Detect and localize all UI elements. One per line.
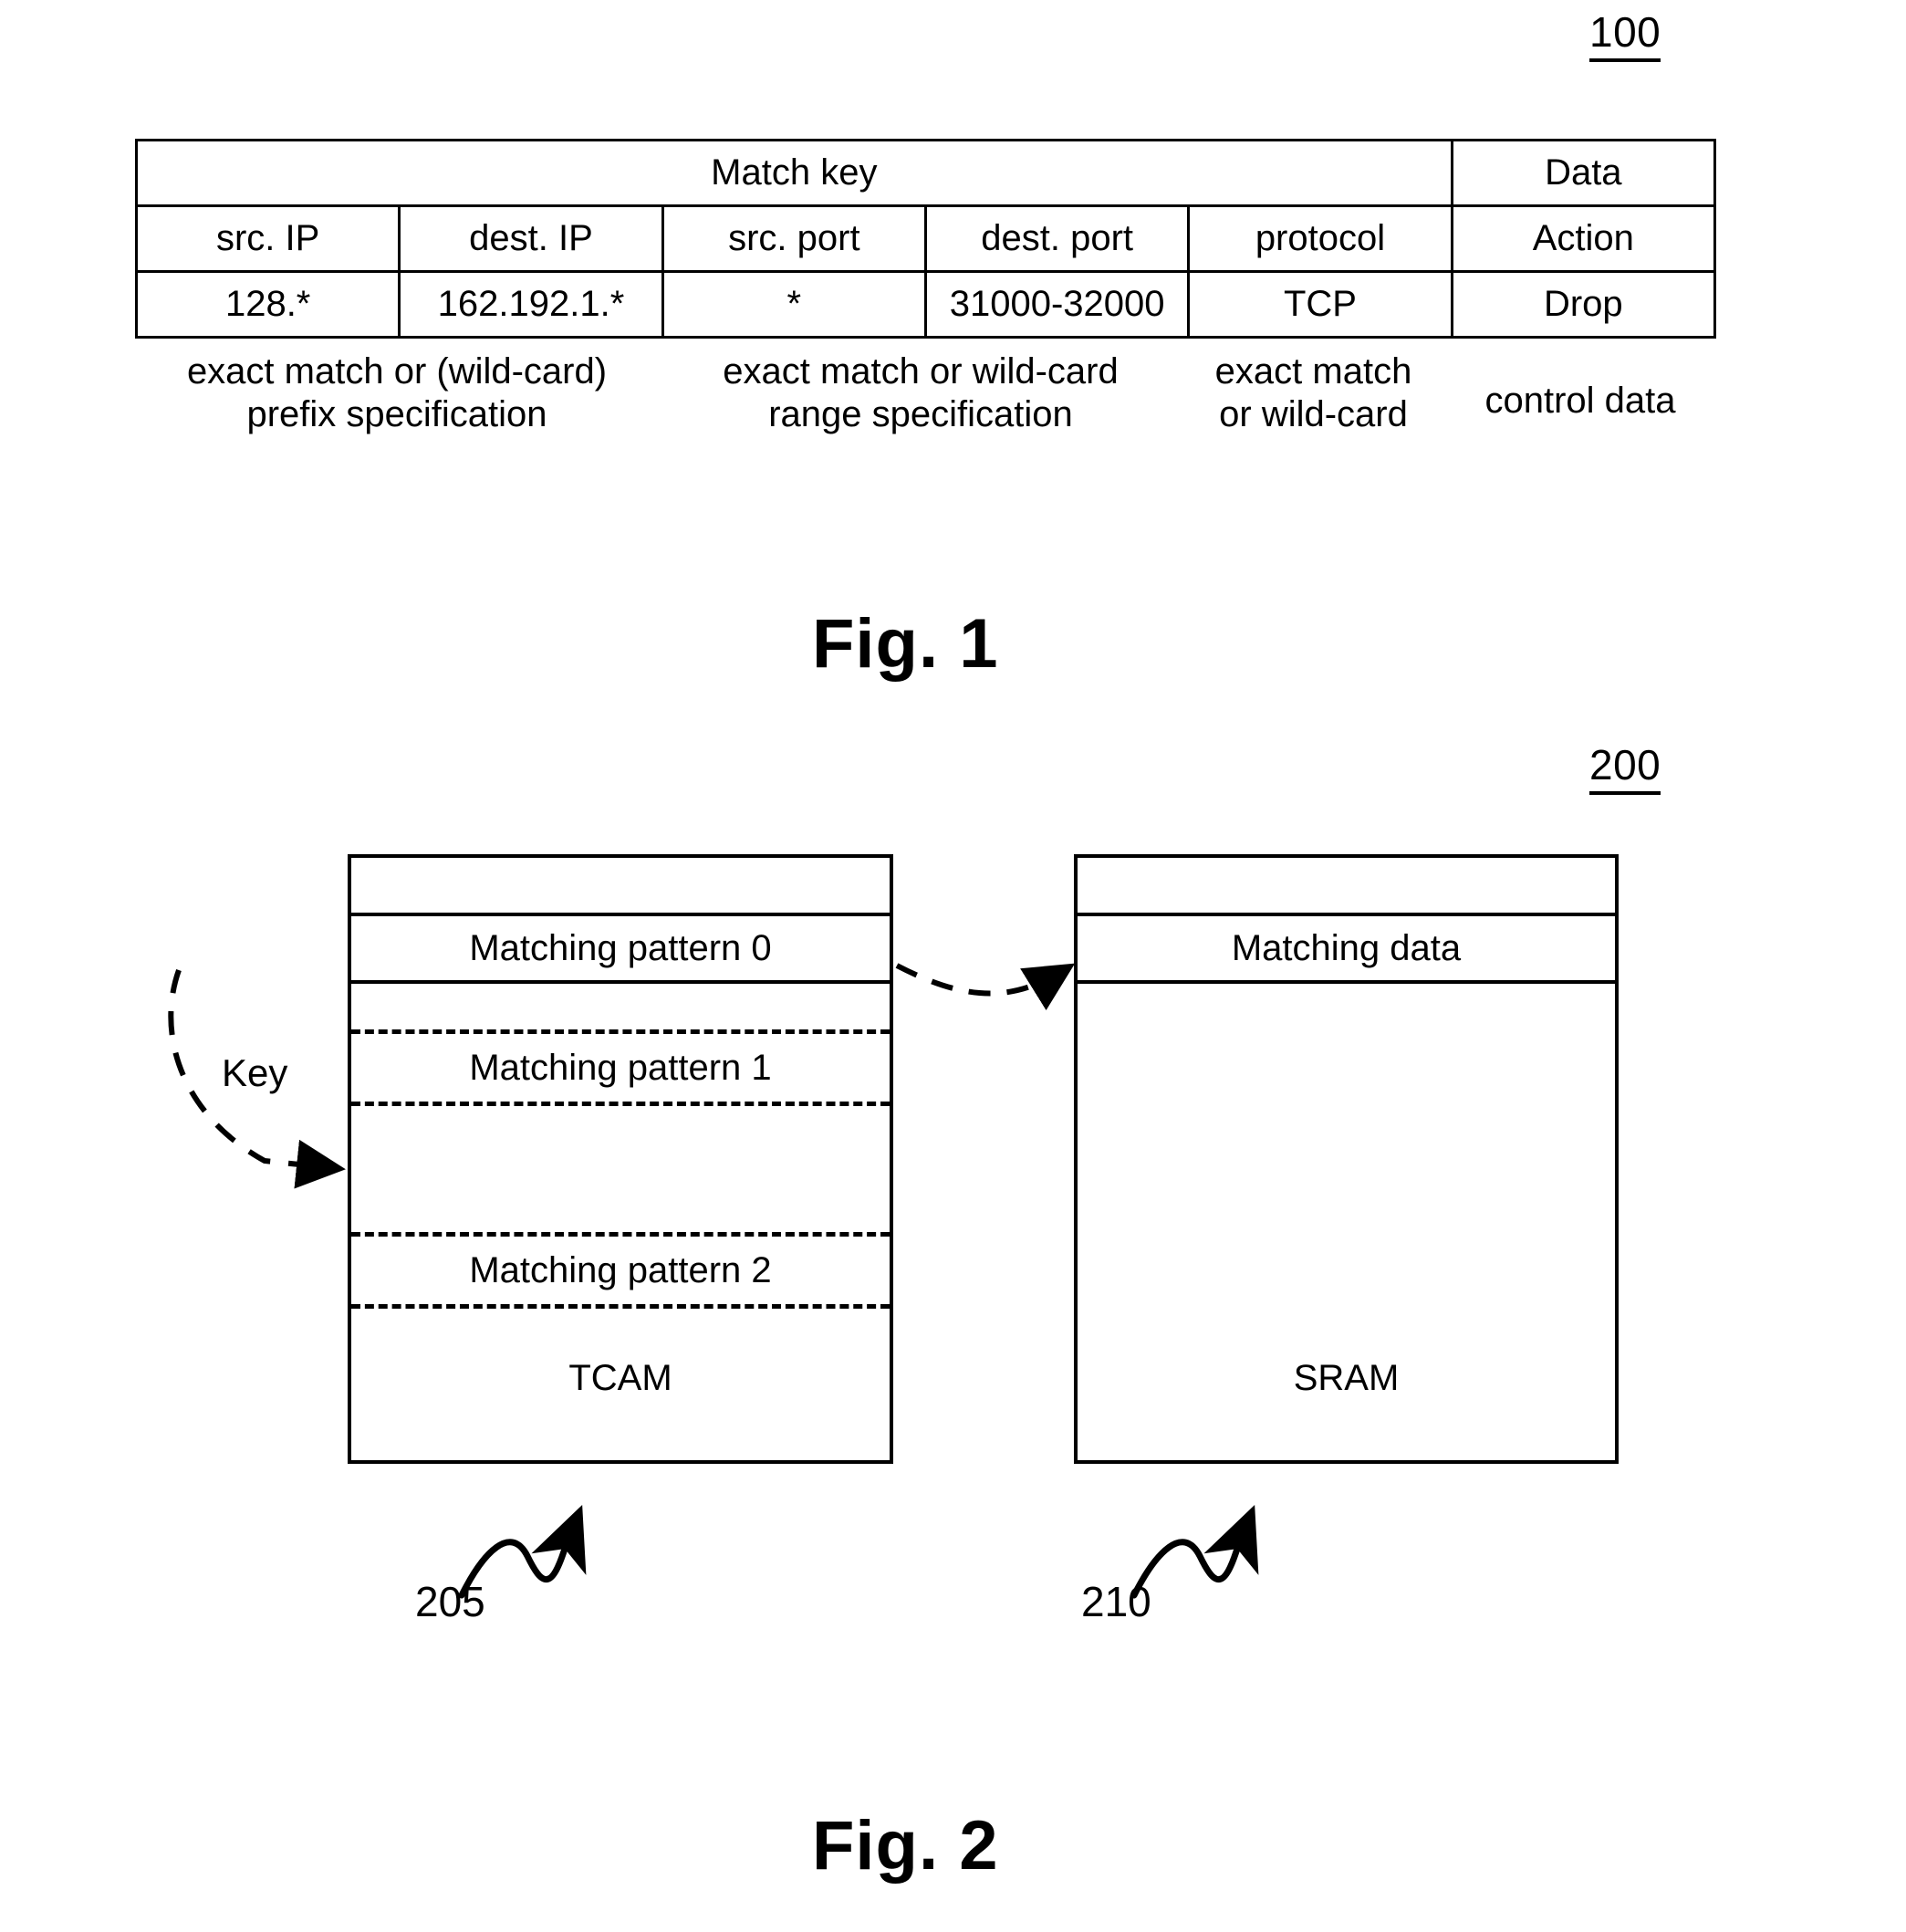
annotation-range-specification: exact match or wild-card range specifica…: [659, 345, 1182, 436]
cell-dest-port: 31000-32000: [923, 270, 1191, 339]
annotation-control-line-1: control data: [1484, 381, 1676, 421]
column-header-dest-port: dest. port: [923, 204, 1191, 273]
annotation-range-line-2: range specification: [768, 394, 1073, 435]
cell-dest-ip: 162.192.1.*: [398, 270, 664, 339]
column-header-protocol: protocol: [1187, 204, 1453, 273]
tcam-block: Matching pattern 0 Matching pattern 1 Ma…: [348, 854, 893, 1464]
figure-2-reference-number: 200: [1589, 744, 1661, 795]
table-row: 128.* 162.192.1.* * 31000-32000 TCP Drop: [134, 270, 1717, 339]
annotation-prefix-specification: exact match or (wild-card) prefix specif…: [135, 345, 659, 436]
tcam-to-sram-arrow: [895, 963, 1076, 1011]
figure-1-caption: Fig. 1: [812, 605, 999, 683]
sram-reference-number: 210: [1081, 1578, 1151, 1625]
group-header-data: Data: [1450, 139, 1717, 207]
match-key-annotations: exact match or (wild-card) prefix specif…: [135, 345, 1716, 436]
column-header-src-ip: src. IP: [134, 204, 401, 273]
sram-label: SRAM: [1293, 1358, 1400, 1398]
tcam-entry-matching-pattern-0: Matching pattern 0: [351, 913, 890, 984]
annotation-protocol-line-1: exact match: [1214, 351, 1412, 392]
tcam-label: TCAM: [568, 1358, 672, 1398]
column-header-action: Action: [1450, 204, 1717, 273]
annotation-protocol-line-2: or wild-card: [1219, 394, 1408, 435]
table-column-header-row: src. IP dest. IP src. port dest. port pr…: [134, 204, 1717, 273]
tcam-reference-number: 205: [415, 1578, 485, 1625]
match-key-table: Match key Data src. IP dest. IP src. por…: [134, 139, 1717, 339]
annotation-prefix-line-2: prefix specification: [246, 394, 547, 435]
key-input-label: Key: [222, 1051, 288, 1094]
tcam-entry-matching-pattern-2: Matching pattern 2: [351, 1232, 890, 1309]
sram-block: Matching data SRAM: [1074, 854, 1619, 1464]
annotation-control-data: control data: [1444, 345, 1716, 423]
annotation-prefix-line-1: exact match or (wild-card): [186, 351, 608, 392]
column-header-dest-ip: dest. IP: [398, 204, 664, 273]
figure-2-caption: Fig. 2: [812, 1807, 999, 1885]
cell-action: Drop: [1450, 270, 1717, 339]
figure-1-reference-number: 100: [1589, 11, 1661, 62]
table-group-header-row: Match key Data: [135, 139, 1717, 207]
annotation-protocol-match: exact match or wild-card: [1182, 345, 1444, 436]
cell-protocol: TCP: [1187, 270, 1453, 339]
group-header-match-key: Match key: [135, 139, 1453, 207]
sram-leader-line: [1130, 1504, 1259, 1599]
cell-src-port: *: [661, 270, 927, 339]
tcam-entry-matching-pattern-1: Matching pattern 1: [351, 1029, 890, 1106]
cell-src-ip: 128.*: [134, 270, 401, 339]
column-header-src-port: src. port: [661, 204, 927, 273]
annotation-range-line-1: exact match or wild-card: [723, 351, 1119, 392]
sram-entry-matching-data: Matching data: [1078, 913, 1615, 984]
